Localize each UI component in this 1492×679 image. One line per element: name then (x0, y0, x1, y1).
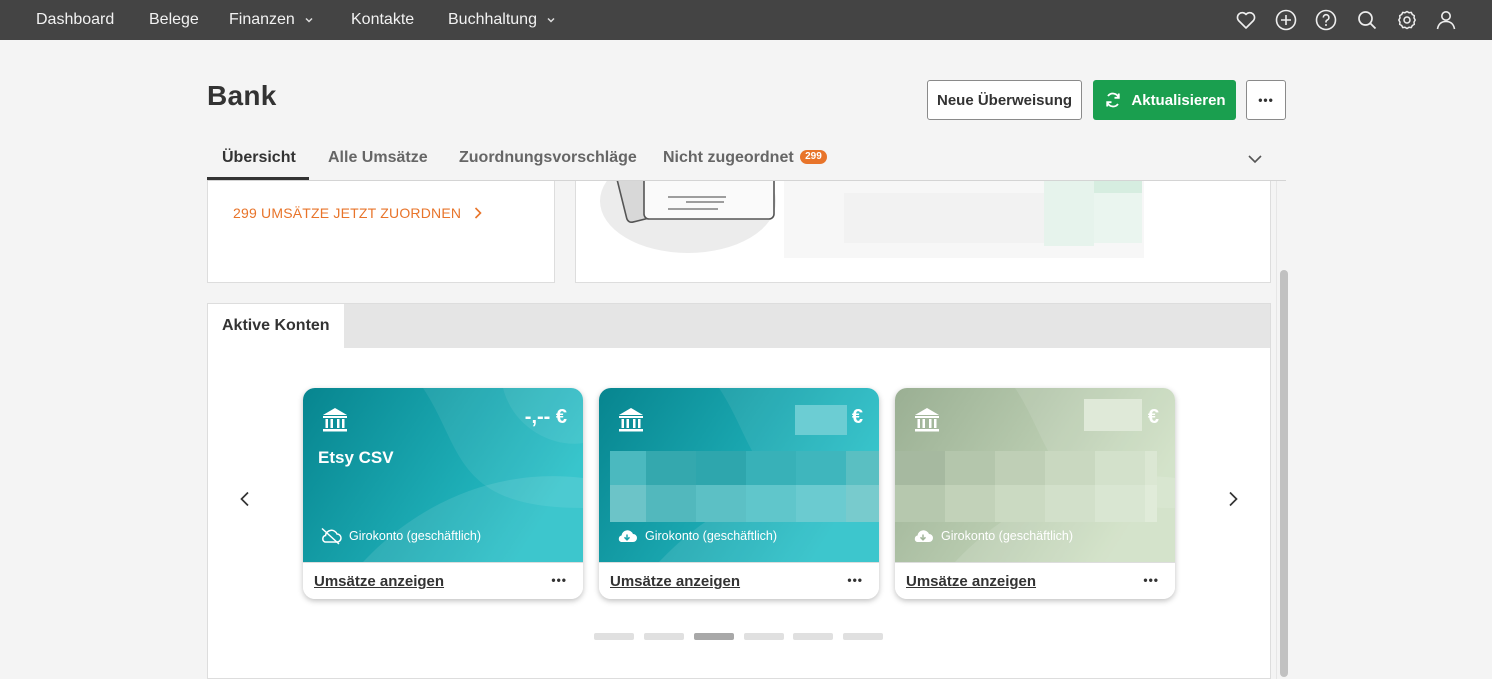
account-card-footer: Umsätze anzeigen ••• (303, 562, 583, 599)
tab-alle-umsaetze[interactable]: Alle Umsätze (313, 138, 443, 180)
tab-bar: Übersicht Alle Umsätze Zuordnungsvorschl… (207, 138, 1286, 181)
account-type: Girokonto (geschäftlich) (615, 527, 777, 545)
account-balance: € (851, 406, 863, 428)
chevron-down-icon (547, 17, 555, 23)
unassigned-summary-card: 299 UMSÄTZE JETZT ZUORDNEN (207, 181, 555, 283)
carousel-dot[interactable] (793, 633, 833, 640)
tab-uebersicht-label: Übersicht (222, 149, 296, 166)
plus-circle-icon[interactable] (1274, 8, 1298, 32)
account-balance: -,-- € (524, 406, 567, 428)
tab-aktive-konten-label: Aktive Konten (222, 317, 330, 334)
top-navigation: Dashboard Belege Finanzen Kontakte Buchh… (0, 0, 1492, 40)
bank-icon (915, 408, 939, 432)
tab-nicht-zugeordnet-label: Nicht zugeordnet (663, 149, 794, 166)
chevron-down-icon[interactable] (1246, 150, 1264, 168)
tab-alle-umsaetze-label: Alle Umsätze (328, 149, 428, 166)
carousel-dot[interactable] (594, 633, 634, 640)
account-card-face: € Girokonto (geschäftlich) (895, 388, 1175, 562)
nav-kontakte-label: Kontakte (351, 11, 415, 28)
heart-icon[interactable] (1234, 8, 1258, 32)
account-type-label: Girokonto (geschäftlich) (349, 529, 482, 543)
nav-belege[interactable]: Belege (149, 0, 199, 40)
tab-uebersicht[interactable]: Übersicht (207, 138, 309, 180)
account-type-label: Girokonto (geschäftlich) (645, 529, 778, 543)
chevron-right-icon (475, 207, 482, 219)
carousel-dot[interactable] (644, 633, 684, 640)
account-balance: € (1147, 406, 1159, 428)
nav-buchhaltung-label: Buchhaltung (448, 11, 537, 28)
assign-link-label: 299 UMSÄTZE JETZT ZUORDNEN (233, 205, 462, 221)
user-icon[interactable] (1434, 8, 1458, 32)
nav-finanzen[interactable]: Finanzen (229, 0, 315, 40)
tab-nicht-zugeordnet[interactable]: Nicht zugeordnet 299 (648, 138, 842, 180)
new-transfer-label: Neue Überweisung (936, 91, 1073, 109)
carousel-dot-active[interactable] (694, 633, 734, 640)
tab-aktive-konten[interactable]: Aktive Konten (208, 304, 344, 348)
nav-belege-label: Belege (149, 11, 199, 28)
unassigned-count-badge: 299 (800, 149, 827, 164)
search-icon[interactable] (1355, 8, 1379, 32)
cloud-download-icon (914, 530, 933, 542)
account-more-button[interactable]: ••• (551, 573, 567, 587)
help-icon[interactable] (1314, 8, 1338, 32)
cloud-off-icon (321, 527, 342, 545)
assign-transactions-link[interactable]: 299 UMSÄTZE JETZT ZUORDNEN (233, 205, 483, 221)
account-card-footer: Umsätze anzeigen ••• (599, 562, 879, 599)
account-type: Girokonto (geschäftlich) (319, 527, 481, 545)
account-card[interactable]: € Girokonto (geschäftlich) Umsätze anzei… (599, 388, 879, 599)
carousel-dot[interactable] (843, 633, 883, 640)
accounts-panel-header: Aktive Konten (208, 304, 1270, 348)
carousel-dot[interactable] (744, 633, 784, 640)
show-transactions-link[interactable]: Umsätze anzeigen (314, 573, 444, 590)
refresh-button[interactable]: Aktualisieren (1093, 80, 1236, 120)
account-name: Etsy CSV (318, 448, 394, 467)
account-card-face: -,-- € Etsy CSV Girokonto (geschäftlich) (303, 388, 583, 562)
bank-icon (619, 408, 643, 432)
tab-zuordnungsvorschlaege[interactable]: Zuordnungsvorschläge (444, 138, 652, 180)
nav-finanzen-label: Finanzen (229, 11, 295, 28)
carousel-prev-icon[interactable] (235, 489, 255, 509)
new-transfer-button[interactable]: Neue Überweisung (927, 80, 1082, 120)
settings-icon[interactable] (1395, 8, 1419, 32)
nav-dashboard-label: Dashboard (36, 11, 115, 28)
page-title: Bank (207, 80, 277, 111)
illustration-card (575, 181, 1271, 283)
account-more-button[interactable]: ••• (847, 573, 863, 587)
document-illustration (600, 181, 1144, 258)
account-type-label: Girokonto (geschäftlich) (941, 529, 1074, 543)
refresh-icon (1106, 92, 1121, 108)
account-more-button[interactable]: ••• (1143, 573, 1159, 587)
nav-buchhaltung[interactable]: Buchhaltung (448, 0, 557, 40)
bank-icon (323, 408, 347, 432)
more-actions-label: ••• (1258, 93, 1274, 107)
account-card-footer: Umsätze anzeigen ••• (895, 562, 1175, 599)
account-type: Girokonto (geschäftlich) (911, 527, 1073, 545)
more-actions-button[interactable]: ••• (1246, 80, 1286, 120)
account-card-face: € Girokonto (geschäftlich) (599, 388, 879, 562)
nav-kontakte[interactable]: Kontakte (351, 0, 414, 40)
account-card[interactable]: € Girokonto (geschäftlich) Umsätze anzei… (895, 388, 1175, 599)
show-transactions-link[interactable]: Umsätze anzeigen (610, 573, 740, 590)
chevron-down-icon (305, 17, 313, 23)
carousel-next-icon[interactable] (1223, 489, 1243, 509)
nav-dashboard[interactable]: Dashboard (36, 0, 114, 40)
refresh-label: Aktualisieren (1131, 91, 1226, 109)
tab-zuordnungsvorschlaege-label: Zuordnungsvorschläge (459, 149, 637, 166)
account-card[interactable]: -,-- € Etsy CSV Girokonto (geschäftlich)… (303, 388, 583, 599)
scrollbar-thumb[interactable] (1280, 270, 1288, 677)
show-transactions-link[interactable]: Umsätze anzeigen (906, 573, 1036, 590)
cloud-download-icon (618, 530, 637, 542)
